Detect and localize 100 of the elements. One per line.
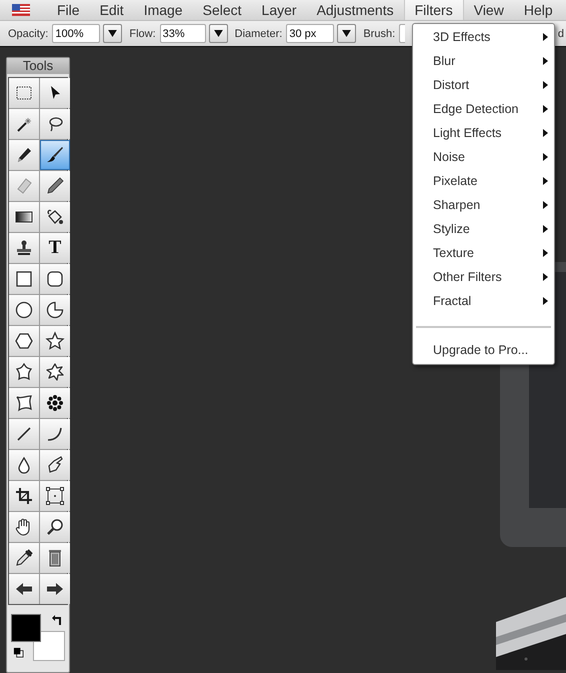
menu-item-label: Pixelate <box>433 174 478 188</box>
magnifier-icon <box>45 517 65 537</box>
tool-button[interactable] <box>40 171 70 201</box>
caret-icon <box>108 30 118 38</box>
menu-item-label: Texture <box>433 246 474 260</box>
caret-icon <box>214 30 223 38</box>
input-field[interactable] <box>399 24 406 44</box>
tool-button[interactable] <box>9 326 39 356</box>
menu-item-label: Edge Detection <box>433 102 518 116</box>
input-field[interactable]: 30 px <box>286 24 334 44</box>
background-swatch[interactable] <box>33 631 65 661</box>
tool-button[interactable] <box>9 419 39 449</box>
submenu-item[interactable]: 3D Effects <box>413 25 554 49</box>
tool-button[interactable] <box>9 202 39 232</box>
menu-item[interactable]: View <box>464 0 514 20</box>
tool-button[interactable] <box>9 357 39 387</box>
menu-item-label: Blur <box>433 54 456 68</box>
menu-item-label: Distort <box>433 78 470 92</box>
text-tool-button[interactable]: T <box>40 233 70 263</box>
menu-item[interactable]: Upgrade to Pro... <box>413 338 554 362</box>
submenu-arrow-icon <box>543 225 548 233</box>
tool-button[interactable] <box>9 109 39 139</box>
submenu-item[interactable]: Other Filters <box>413 265 554 289</box>
menu-item[interactable]: Adjustments <box>306 0 404 20</box>
transform-box-icon <box>45 486 65 506</box>
tool-button[interactable] <box>40 543 70 573</box>
hexagon-icon <box>14 331 34 351</box>
tool-button[interactable] <box>40 357 70 387</box>
tool-button[interactable] <box>9 450 39 480</box>
submenu-arrow-icon <box>543 177 548 185</box>
tool-button[interactable] <box>9 140 39 170</box>
splat-icon <box>45 362 65 382</box>
submenu-item[interactable]: Sharpen <box>413 193 554 217</box>
submenu-item[interactable]: Noise <box>413 145 554 169</box>
input-field[interactable]: 100% <box>52 24 100 44</box>
paint-bucket-icon <box>45 207 65 227</box>
submenu-arrow-icon <box>543 249 548 257</box>
submenu-item[interactable]: Stylize <box>413 217 554 241</box>
menu-item-label: Other Filters <box>433 270 502 284</box>
tool-button[interactable] <box>40 574 70 604</box>
undo-arrow-icon <box>51 614 63 626</box>
blob-icon <box>14 393 34 413</box>
menu-item-label: 3D Effects <box>433 30 490 44</box>
field-label: Opacity: <box>8 28 48 40</box>
menu-item-label: Stylize <box>433 222 470 236</box>
tool-button[interactable] <box>40 264 70 294</box>
panel-title: Tools <box>7 58 69 74</box>
submenu-item[interactable]: Edge Detection <box>413 97 554 121</box>
tool-button[interactable] <box>40 419 70 449</box>
brush-icon <box>45 145 65 165</box>
submenu-item[interactable]: Light Effects <box>413 121 554 145</box>
tool-button[interactable] <box>9 233 39 263</box>
pencil-icon <box>45 176 65 196</box>
tool-button[interactable] <box>9 295 39 325</box>
dropdown-button[interactable] <box>208 24 228 44</box>
menu-item[interactable]: Layer <box>252 0 307 20</box>
menu-item-label: Noise <box>433 150 465 164</box>
menu-item-label: Fractal <box>433 294 472 308</box>
tool-button[interactable] <box>40 78 70 108</box>
tool-button[interactable] <box>40 450 70 480</box>
menu-item[interactable]: Help <box>514 0 563 20</box>
tool-button[interactable] <box>40 295 70 325</box>
dropdown-button[interactable] <box>337 24 356 44</box>
square-icon <box>14 269 34 289</box>
submenu-item[interactable]: Blur <box>413 49 554 73</box>
tool-button[interactable] <box>40 481 70 511</box>
submenu-item[interactable]: Distort <box>413 73 554 97</box>
submenu-item[interactable]: Fractal <box>413 289 554 313</box>
submenu-item[interactable]: Pixelate <box>413 169 554 193</box>
input-field[interactable]: 33% <box>160 24 206 44</box>
tool-button[interactable] <box>40 388 70 418</box>
tool-button[interactable] <box>9 574 39 604</box>
submenu-arrow-icon <box>543 105 548 113</box>
menu-item[interactable]: Image <box>134 0 193 20</box>
tool-button[interactable] <box>9 512 39 542</box>
submenu-arrow-icon <box>543 57 548 65</box>
tool-button[interactable] <box>9 481 39 511</box>
tool-button[interactable] <box>40 512 70 542</box>
foreground-swatch[interactable] <box>11 614 41 642</box>
dropdown-button[interactable] <box>103 24 122 44</box>
menu-item[interactable]: Filters <box>404 0 464 20</box>
swap-colors-icon <box>13 647 24 658</box>
tool-button[interactable] <box>40 326 70 356</box>
submenu-arrow-icon <box>543 201 548 209</box>
tool-button[interactable] <box>40 140 70 170</box>
flag-icon <box>12 4 30 16</box>
menu-item[interactable]: Edit <box>90 0 134 20</box>
circle-icon <box>14 300 34 320</box>
tool-button[interactable] <box>40 109 70 139</box>
tool-button[interactable] <box>9 78 39 108</box>
tool-button[interactable] <box>9 264 39 294</box>
tool-button[interactable] <box>9 543 39 573</box>
tool-button[interactable] <box>9 388 39 418</box>
menu-item[interactable]: File <box>46 0 90 20</box>
tool-button[interactable] <box>40 202 70 232</box>
menu-item[interactable]: Select <box>192 0 252 20</box>
rounded-star-icon <box>14 362 34 382</box>
submenu-item[interactable]: Texture <box>413 241 554 265</box>
field-label: Flow: <box>129 28 156 40</box>
menu-item-label: Sharpen <box>433 198 480 212</box>
